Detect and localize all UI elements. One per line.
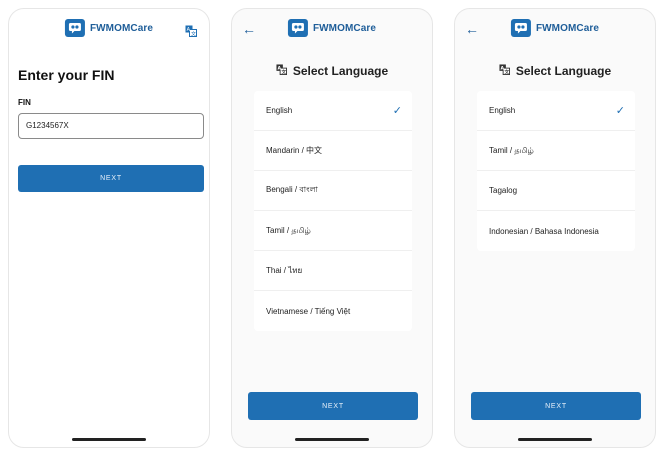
language-option[interactable]: Indonesian / Bahasa Indonesia [477,211,635,251]
app-header: FWMOMCare A文 [9,19,209,43]
language-option-label: Mandarin / 中文 [266,146,323,155]
home-indicator [72,438,146,441]
language-option[interactable]: English ✓ [477,91,635,131]
language-option-label: Tagalog [489,186,518,195]
brand-name: FWMOMCare [535,22,600,34]
language-option[interactable]: Vietnamese / Tiếng Việt [254,291,412,331]
language-option-label: English [266,106,293,115]
language-list: English ✓ Tamil / தமிழ் Tagalog Indonesian /… [477,91,635,251]
phone-screen-select-language-alt: ← FWMOMCare A文 Select Language English ✓ T… [454,8,656,448]
chat-people-icon [510,19,531,37]
check-icon: ✓ [392,105,402,117]
page-title: Select Language [292,64,389,78]
language-option-label: Tamil / தமிழ் [266,225,311,235]
brand-name: FWMOMCare [312,22,377,34]
translate-icon: A文 [499,64,510,78]
check-icon: ✓ [615,105,625,117]
app-header: ← FWMOMCare [455,19,655,43]
page-title: Select Language [515,64,612,78]
brand: FWMOMCare [287,19,377,37]
language-option-label: Thai / ไทย [266,266,303,275]
arrow-left-icon[interactable]: ← [465,22,479,36]
home-indicator [295,438,369,441]
language-option-label: Tamil / தமிழ் [489,145,534,155]
arrow-left-icon[interactable]: ← [242,22,256,36]
fin-input[interactable]: G1234567X [18,113,204,139]
language-option-label: Bengali / বাংলা [266,185,318,194]
language-option-label: English [489,106,516,115]
app-header: ← FWMOMCare [232,19,432,43]
brand: FWMOMCare [64,19,154,37]
language-option-label: Indonesian / Bahasa Indonesia [489,226,599,236]
next-button[interactable]: NEXT [18,165,204,192]
language-option[interactable]: Tagalog [477,171,635,211]
select-language-heading: A文 Select Language [232,64,432,78]
svg-text:A: A [187,27,191,33]
phone-screen-enter-fin: FWMOMCare A文 Enter your FIN FIN G1234567… [8,8,210,448]
language-option[interactable]: Tamil / தமிழ் [254,211,412,251]
svg-text:文: 文 [191,31,196,38]
language-option-label: Vietnamese / Tiếng Việt [266,306,351,316]
translate-icon: A文 [276,64,287,78]
next-button[interactable]: NEXT [471,392,641,420]
language-option[interactable]: Mandarin / 中文 [254,131,412,171]
chat-people-icon [287,19,308,37]
language-list: English ✓ Mandarin / 中文 Bengali / বাংলা Tami… [254,91,412,331]
phone-screen-select-language: ← FWMOMCare A文 Select Language English ✓ M… [231,8,433,448]
language-option[interactable]: Bengali / বাংলা [254,171,412,211]
home-indicator [518,438,592,441]
language-option[interactable]: English ✓ [254,91,412,131]
brand-name: FWMOMCare [89,22,154,34]
fin-field-label: FIN [18,98,31,107]
language-option[interactable]: Thai / ไทย [254,251,412,291]
language-option[interactable]: Tamil / தமிழ் [477,131,635,171]
page-title: Enter your FIN [18,67,115,83]
chat-people-icon [64,19,85,37]
next-button[interactable]: NEXT [248,392,418,420]
select-language-heading: A文 Select Language [455,64,655,78]
brand: FWMOMCare [510,19,600,37]
translate-icon[interactable]: A文 [185,24,197,42]
